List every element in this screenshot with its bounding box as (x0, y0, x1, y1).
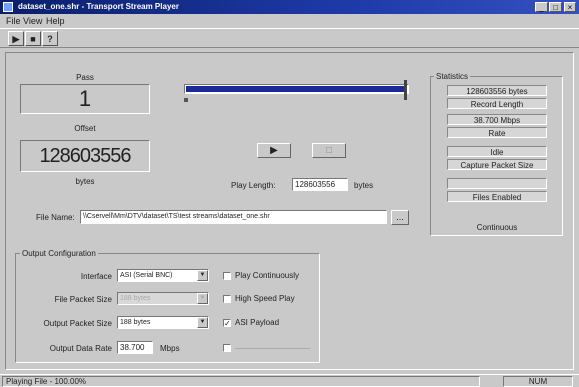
asi-payload-checkbox[interactable]: ✓ (223, 319, 231, 328)
play-continuously-checkbox[interactable] (223, 272, 231, 280)
menu-help[interactable]: Help (46, 14, 65, 28)
browse-button[interactable]: ... (391, 210, 409, 225)
toolbar (0, 28, 579, 48)
stat-record-bytes: 128603556 bytes (447, 85, 547, 96)
play-length-label: Play Length: (231, 181, 276, 190)
title-bar: dataset_one.shr - Transport Stream Playe… (0, 0, 579, 14)
file-name-input[interactable]: \\Cservell\Mm\DTV\dataset\TS\test stream… (80, 210, 387, 224)
play-length-units: bytes (354, 181, 374, 190)
toolbar-open-button[interactable]: ▶ (8, 31, 24, 46)
output-data-rate-units: Mbps (160, 344, 180, 353)
stop-button[interactable]: □ (312, 143, 346, 158)
interface-label: Interface (80, 272, 112, 281)
stat-rate-label: Rate (447, 127, 547, 138)
maximize-button[interactable]: □ (549, 2, 562, 12)
stat-rate-value: 38.700 Mbps (447, 114, 547, 125)
menu-file[interactable]: File (6, 14, 21, 28)
menu-view[interactable]: View (23, 14, 42, 28)
output-data-rate-input[interactable]: 38.700 (117, 341, 153, 354)
high-speed-play-label: High Speed Play (235, 294, 295, 303)
toolbar-help-button[interactable]: ? (42, 31, 58, 46)
chevron-down-icon: ▼ (197, 317, 208, 328)
open-icon: ▶ (12, 34, 20, 44)
stop-icon: ■ (30, 34, 36, 44)
stat-idle: Idle (447, 146, 547, 157)
output-packet-size-value: 188 bytes (120, 319, 151, 326)
interface-select-value: ASI (Serial BNC) (120, 272, 173, 279)
chevron-down-icon: ▼ (197, 293, 208, 304)
output-packet-size-label: Output Packet Size (43, 319, 112, 328)
toolbar-stop-button[interactable]: ■ (25, 31, 41, 46)
high-speed-play-checkbox[interactable] (223, 295, 231, 303)
play-continuously-label: Play Continuously (235, 271, 300, 280)
menu-bar: File View Help (0, 14, 579, 28)
pass-value: 1 (20, 84, 150, 114)
stat-record-length: Record Length (447, 98, 547, 109)
play-length-input[interactable]: 128603556 (292, 178, 348, 191)
app-icon (3, 2, 13, 12)
status-bar: Playing File - 100.00% NUM (0, 374, 579, 387)
output-data-rate-label: Output Data Rate (49, 344, 112, 353)
file-packet-size-label: File Packet Size (54, 295, 112, 304)
help-icon: ? (47, 34, 53, 44)
close-button[interactable]: × (564, 2, 576, 12)
progress-start-tick (184, 98, 188, 102)
asi-payload-label: ASI Payload (235, 318, 280, 327)
output-config-label: Output Configuration (20, 249, 98, 258)
status-text: Playing File - 100.00% (2, 376, 480, 387)
output-packet-size-select[interactable]: 188 bytes ▼ (117, 316, 209, 329)
chevron-down-icon: ▼ (197, 270, 208, 281)
disabled-option-line (235, 348, 310, 349)
progress-end-marker (404, 80, 407, 100)
play-button[interactable]: ▶ (257, 143, 291, 158)
progress-fill (186, 86, 407, 92)
minimize-button[interactable]: _ (535, 2, 548, 12)
stat-blank (447, 178, 547, 189)
play-icon: ▶ (270, 145, 278, 156)
file-packet-size-select[interactable]: 188 bytes ▼ (117, 292, 209, 305)
statistics-label: Statistics (434, 72, 471, 81)
file-packet-size-value: 188 bytes (120, 295, 151, 302)
offset-label: Offset (74, 124, 96, 133)
stop-square-icon: □ (325, 145, 333, 156)
window-title: dataset_one.shr - Transport Stream Playe… (18, 2, 179, 11)
file-name-label: File Name: (36, 213, 75, 222)
offset-value: 128603556 (20, 140, 150, 172)
pass-label: Pass (76, 73, 94, 82)
unlabeled-checkbox[interactable] (223, 344, 231, 352)
offset-units: bytes (75, 177, 95, 186)
stat-continuous: Continuous (476, 223, 518, 232)
interface-select[interactable]: ASI (Serial BNC) ▼ (117, 269, 209, 282)
stat-files-enabled: Files Enabled (447, 191, 547, 202)
progress-bar (184, 84, 409, 94)
status-num: NUM (503, 376, 573, 387)
stat-capture-packet-size: Capture Packet Size (447, 159, 547, 170)
